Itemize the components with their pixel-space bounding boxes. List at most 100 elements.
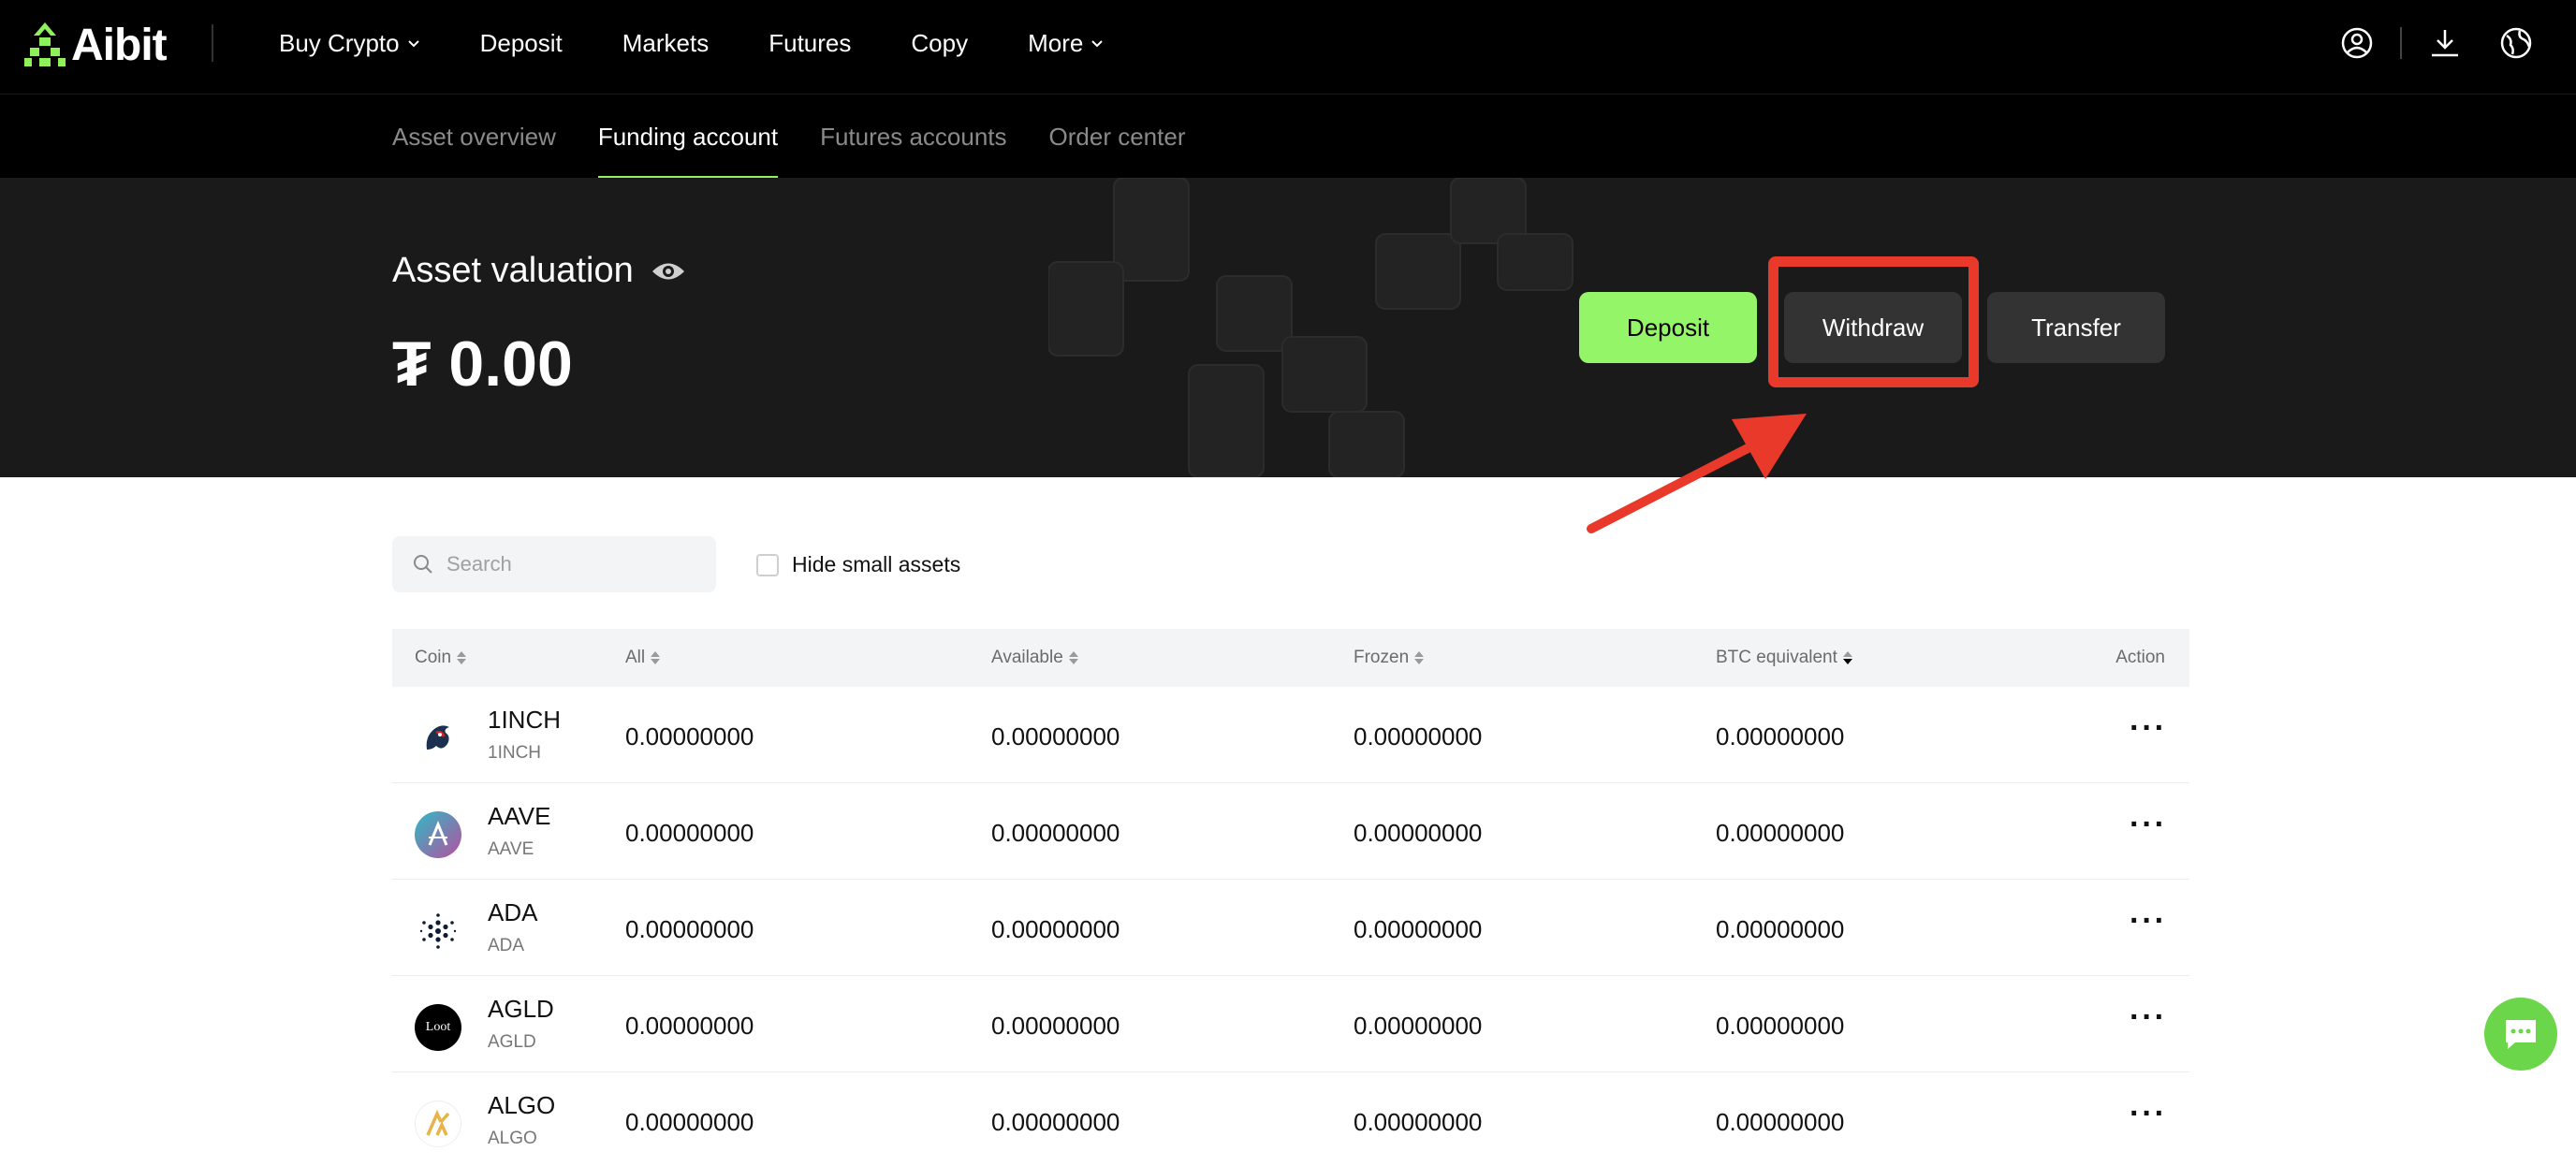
coin-symbol: ALGO: [488, 1129, 537, 1148]
nav-buy-crypto[interactable]: Buy Crypto: [279, 29, 420, 58]
nav-markets-label: Markets: [622, 28, 710, 57]
eye-icon[interactable]: [651, 259, 686, 284]
cell-btc: 0.00000000: [1716, 915, 1845, 943]
col-action-label: Action: [2115, 648, 2165, 667]
more-actions-icon[interactable]: ···: [2130, 1098, 2167, 1130]
sort-icon: [1068, 651, 1078, 664]
hide-small-assets-label: Hide small assets: [792, 552, 961, 576]
tab-asset-overview[interactable]: Asset overview: [392, 95, 556, 179]
nav-markets[interactable]: Markets: [622, 29, 709, 58]
hide-small-assets-toggle[interactable]: Hide small assets: [756, 552, 960, 577]
chat-support-button[interactable]: [2484, 998, 2557, 1071]
col-frozen-label: Frozen: [1354, 648, 1410, 667]
deposit-button[interactable]: Deposit: [1579, 292, 1757, 363]
logo[interactable]: Aibit: [24, 17, 168, 73]
table-row[interactable]: ALGO ALGO 0.00000000 0.00000000 0.000000…: [392, 1072, 2189, 1166]
nav-right-actions: [2338, 0, 2535, 86]
cell-btc: 0.00000000: [1716, 1012, 1845, 1040]
col-all-label: All: [625, 648, 646, 667]
cell-available: 0.00000000: [991, 1108, 1120, 1136]
asset-valuation-label: Asset valuation: [392, 251, 634, 290]
col-action: Action: [2115, 629, 2165, 687]
tab-futures-accounts[interactable]: Futures accounts: [820, 95, 1006, 179]
coin-name: ALGO: [488, 1091, 556, 1119]
cell-btc: 0.00000000: [1716, 1108, 1845, 1136]
chevron-down-icon: [1091, 40, 1104, 48]
coin-name: 1INCH: [488, 706, 562, 734]
cell-all: 0.00000000: [625, 915, 754, 943]
cell-available: 0.00000000: [991, 1012, 1120, 1040]
table-row[interactable]: ADA ADA 0.00000000 0.00000000 0.00000000…: [392, 880, 2189, 976]
more-actions-icon[interactable]: ···: [2130, 712, 2167, 744]
col-available[interactable]: Available: [991, 629, 1078, 687]
asset-valuation-banner: Asset valuation ₮ 0.00 Deposit Withdraw …: [0, 178, 2576, 477]
nav-separator: [2400, 27, 2402, 59]
download-icon[interactable]: [2426, 24, 2464, 62]
cell-available: 0.00000000: [991, 915, 1120, 943]
nav-more[interactable]: More: [1028, 29, 1104, 58]
ada-coin-icon: [415, 908, 461, 955]
col-all[interactable]: All: [625, 629, 661, 687]
cell-available: 0.00000000: [991, 722, 1120, 751]
brand-name: Aibit: [71, 20, 168, 70]
cell-frozen: 0.00000000: [1354, 722, 1483, 751]
transfer-button[interactable]: Transfer: [1987, 292, 2165, 363]
more-actions-icon[interactable]: ···: [2130, 809, 2167, 840]
nav-deposit[interactable]: Deposit: [480, 29, 563, 58]
top-navbar: Aibit Buy Crypto Deposit Markets Futures…: [0, 0, 2576, 94]
logo-divider: [212, 24, 213, 62]
chevron-down-icon: [407, 40, 419, 48]
col-btc-equivalent[interactable]: BTC equivalent: [1716, 629, 1852, 687]
more-actions-icon[interactable]: ···: [2130, 1001, 2167, 1033]
nav-copy[interactable]: Copy: [911, 29, 968, 58]
withdraw-highlight-annotation: [1768, 256, 1979, 387]
cell-frozen: 0.00000000: [1354, 819, 1483, 847]
cell-all: 0.00000000: [625, 722, 754, 751]
coin-name: ADA: [488, 898, 538, 926]
chat-icon: [2506, 1020, 2536, 1049]
cell-btc: 0.00000000: [1716, 819, 1845, 847]
assets-table-header: Coin All Available Frozen BTC equivalent…: [392, 629, 2189, 687]
tab-order-center[interactable]: Order center: [1049, 95, 1186, 179]
nav-deposit-label: Deposit: [479, 28, 563, 57]
col-frozen[interactable]: Frozen: [1354, 629, 1425, 687]
nav-buy-crypto-label: Buy Crypto: [279, 28, 400, 57]
cell-available: 0.00000000: [991, 819, 1120, 847]
more-actions-icon[interactable]: ···: [2130, 905, 2167, 937]
search-input[interactable]: [446, 552, 690, 576]
nav-futures[interactable]: Futures: [768, 29, 851, 58]
1inch-coin-icon: [415, 715, 461, 762]
asset-valuation-amount: ₮ 0.00: [392, 328, 573, 400]
hide-small-assets-checkbox[interactable]: [756, 553, 779, 576]
col-available-label: Available: [991, 648, 1063, 667]
cell-all: 0.00000000: [625, 1012, 754, 1040]
tab-funding-account[interactable]: Funding account: [597, 95, 779, 179]
globe-icon[interactable]: [2497, 24, 2535, 62]
cell-frozen: 0.00000000: [1354, 1108, 1483, 1136]
agld-coin-icon: Loot: [415, 1004, 461, 1051]
coin-symbol: AAVE: [488, 839, 534, 859]
col-btc-label: BTC equivalent: [1716, 648, 1837, 667]
cell-btc: 0.00000000: [1716, 722, 1845, 751]
coin-symbol: AGLD: [488, 1032, 536, 1052]
coin-symbol: ADA: [488, 936, 525, 955]
coin-symbol: 1INCH: [488, 743, 542, 763]
col-coin-label: Coin: [415, 648, 452, 667]
nav-futures-label: Futures: [768, 28, 852, 57]
cell-all: 0.00000000: [625, 819, 754, 847]
search-box[interactable]: [392, 536, 716, 592]
table-row[interactable]: 1INCH 1INCH 0.00000000 0.00000000 0.0000…: [392, 687, 2189, 783]
nav-more-label: More: [1028, 28, 1084, 57]
account-tabs: Asset overview Funding account Futures a…: [392, 95, 1227, 179]
nav-copy-label: Copy: [911, 28, 969, 57]
main-nav: Buy Crypto Deposit Markets Futures Copy …: [279, 0, 1164, 86]
sort-icon: [457, 651, 467, 664]
background-pattern: [1048, 178, 1573, 477]
col-coin[interactable]: Coin: [415, 629, 467, 687]
table-row[interactable]: AAVE AAVE 0.00000000 0.00000000 0.000000…: [392, 783, 2189, 880]
algo-coin-icon: [415, 1100, 461, 1147]
annotation-arrow-icon: [1587, 414, 1807, 533]
table-row[interactable]: Loot AGLD AGLD 0.00000000 0.00000000 0.0…: [392, 976, 2189, 1072]
user-icon[interactable]: [2338, 24, 2376, 62]
cell-all: 0.00000000: [625, 1108, 754, 1136]
